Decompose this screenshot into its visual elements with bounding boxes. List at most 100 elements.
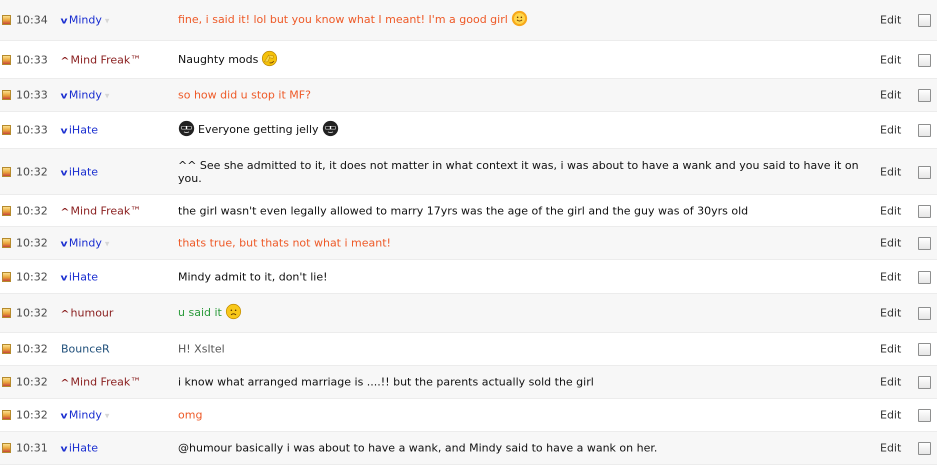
message-flag-icon [2,205,11,216]
chat-message-row: 10:33 ^ Mind Freak™ Naughty mods Edit [0,41,937,79]
chat-message-row: 10:32 v iHate ^^ See she admitted to it, … [0,149,937,195]
grinning-sun-emoji-icon [511,10,527,27]
message-username[interactable]: v Mindy ▾ [61,14,110,27]
message-text: Everyone getting jelly [198,123,319,136]
edit-button[interactable]: Edit [880,237,901,250]
edit-button[interactable]: Edit [880,204,901,217]
message-username[interactable]: ^ Mind Freak™ [60,204,141,217]
rank-down-icon: v [60,91,68,102]
message-text-wrap: Naughty mods [178,50,867,67]
select-message-checkbox[interactable] [918,237,931,250]
message-time: 10:32 [16,165,48,178]
rank-down-icon: v [60,239,68,250]
message-text-wrap: @humour basically i was about to have a … [178,442,867,455]
message-flag-icon [2,238,11,248]
edit-button[interactable]: Edit [880,53,901,66]
message-time: 10:33 [16,53,48,66]
message-username[interactable]: ^ Mind Freak™ [60,53,142,66]
message-flag-icon [2,377,11,387]
message-text-wrap: H! Xsltel [178,343,867,356]
message-time: 10:32 [16,204,48,217]
rank-down-icon: v [60,168,68,178]
user-menu-caret-icon[interactable]: ▾ [105,412,110,422]
message-time: 10:32 [16,306,48,320]
select-message-checkbox[interactable] [918,270,931,284]
chat-message-row: 10:32 ^ Mind Freak™ i know what arranged … [0,366,937,399]
rank-down-icon: v [60,444,68,455]
message-text: i know what arranged marriage is ....!! … [178,375,594,389]
message-text: ^^ See she admitted to it, it does not m… [178,158,859,185]
select-message-checkbox[interactable] [918,307,931,320]
chat-message-row: 10:33 v Mindy ▾ so how did u stop it MF? E… [0,79,937,112]
edit-button[interactable]: Edit [880,89,901,102]
user-menu-caret-icon[interactable]: ▾ [105,240,110,250]
chat-message-row: 10:31 v iHate @humour basically i was abo… [0,432,937,465]
select-message-checkbox[interactable] [918,53,931,67]
rank-down-icon: v [60,273,68,283]
username-label: iHate [68,270,99,283]
message-username[interactable]: v iHate [60,165,99,178]
message-username[interactable]: v iHate [60,441,99,455]
message-username[interactable]: ^ Mind Freak™ [60,376,141,389]
select-message-checkbox[interactable] [918,376,931,389]
message-time: 10:32 [16,236,48,250]
message-username[interactable]: v iHate [60,123,99,137]
message-flag-icon [2,15,11,25]
message-time: 10:32 [16,375,48,389]
message-text: Naughty mods [178,52,259,66]
rank-up-icon: ^ [60,56,69,66]
edit-button[interactable]: Edit [880,442,901,455]
message-username[interactable]: v iHate [60,270,99,283]
user-menu-caret-icon[interactable]: ▾ [105,17,110,27]
username-label: humour [70,306,114,320]
message-flag-icon [2,410,11,420]
username-label: iHate [68,441,99,455]
select-message-checkbox[interactable] [918,204,931,218]
edit-button[interactable]: Edit [880,14,901,27]
select-message-checkbox[interactable] [918,442,931,455]
message-time: 10:32 [16,408,48,422]
message-username[interactable]: v Mindy ▾ [60,236,110,250]
message-username[interactable]: ^ humour [60,306,114,320]
select-message-checkbox[interactable] [918,14,931,27]
message-time: 10:32 [16,270,48,283]
select-message-checkbox[interactable] [918,124,931,137]
edit-button[interactable]: Edit [880,165,901,178]
user-menu-caret-icon[interactable]: ▾ [105,92,110,102]
message-flag-icon [2,308,11,318]
edit-button[interactable]: Edit [880,409,901,422]
select-message-checkbox[interactable] [918,409,931,422]
username-label: iHate [68,165,99,178]
edit-button[interactable]: Edit [880,376,901,389]
username-label: iHate [68,123,99,137]
message-text: Mindy admit to it, don't lie! [178,270,328,283]
message-flag-icon [2,90,11,100]
username-label: Mindy [68,236,102,250]
edit-button[interactable]: Edit [880,124,901,137]
select-message-checkbox[interactable] [918,89,931,102]
message-flag-icon [2,344,11,354]
select-message-checkbox[interactable] [918,165,931,179]
message-time: 10:33 [16,88,48,102]
message-time: 10:33 [16,123,48,137]
message-text-wrap: u said it [178,303,867,320]
edit-button[interactable]: Edit [880,270,901,283]
message-text: @humour basically i was about to have a … [178,441,658,455]
message-text-wrap: Everyone getting jelly [178,120,867,137]
message-username[interactable]: BounceR [61,343,110,356]
chat-message-row: 10:32 ^ humour u said it Edit [0,294,937,333]
message-text-wrap: Mindy admit to it, don't lie! [178,270,867,283]
message-text-wrap: ^^ See she admitted to it, it does not m… [178,159,867,185]
select-message-checkbox[interactable] [918,343,931,356]
chat-message-row: 10:32 v Mindy ▾ omg Edit [0,399,937,432]
rank-down-icon: v [60,126,68,137]
chat-message-row: 10:32 BounceR H! Xsltel Edit [0,333,937,366]
edit-button[interactable]: Edit [880,343,901,356]
message-username[interactable]: v Mindy ▾ [60,89,110,102]
message-text-wrap: so how did u stop it MF? [178,89,867,102]
username-label: Mind Freak™ [70,53,142,66]
chat-log: 10:34 v Mindy ▾ fine, i said it! lol but y… [0,0,937,465]
username-label: Mindy [68,408,102,422]
edit-button[interactable]: Edit [880,307,901,320]
message-username[interactable]: v Mindy ▾ [61,408,110,422]
